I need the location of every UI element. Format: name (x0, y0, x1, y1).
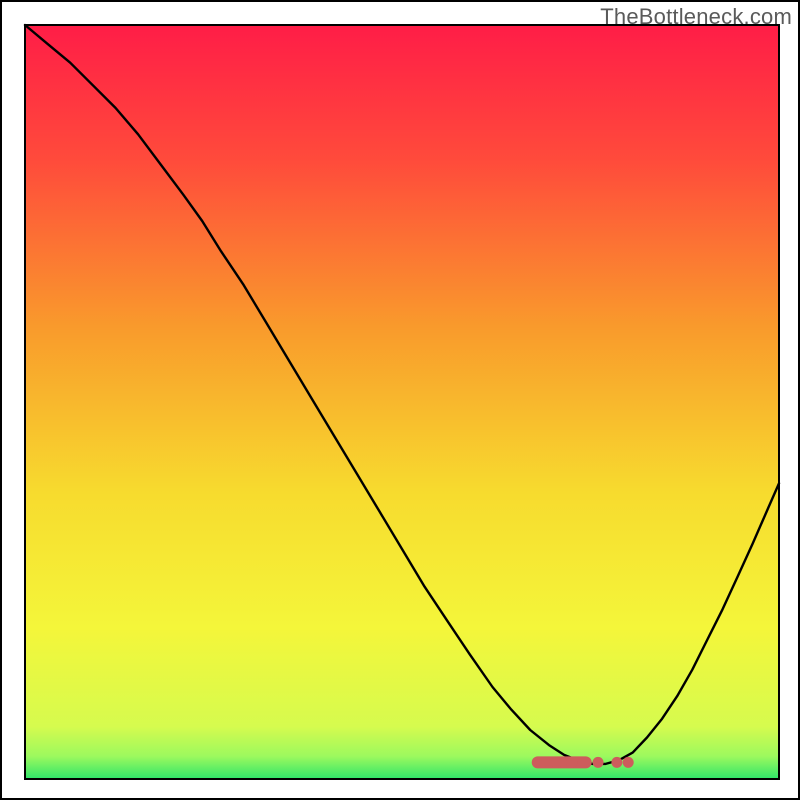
chart-background (25, 25, 779, 779)
optimal-zone-dot (577, 757, 588, 768)
optimal-zone-dot (566, 757, 577, 768)
optimal-zone-dot (623, 757, 634, 768)
watermark-text: TheBottleneck.com (600, 4, 792, 30)
optimal-zone-dot (611, 757, 622, 768)
optimal-zone-dot (593, 757, 604, 768)
